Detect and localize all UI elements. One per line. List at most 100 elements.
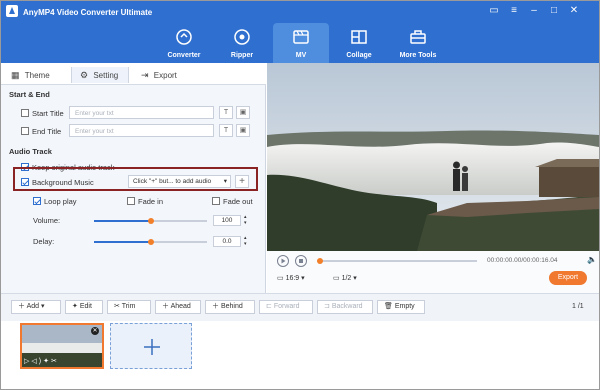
tab-converter[interactable]: Converter bbox=[156, 23, 212, 63]
volume-icon[interactable]: 🔈 bbox=[587, 255, 597, 264]
add-clip-button[interactable] bbox=[110, 323, 192, 369]
delay-label: Delay: bbox=[33, 237, 55, 246]
play-icon[interactable] bbox=[277, 255, 289, 267]
clip-thumbnail[interactable]: ✕ ▷◁)✦✂ bbox=[20, 323, 104, 369]
page-select[interactable]: ▭ 1/2 ▾ bbox=[333, 274, 357, 282]
app-window: AnyMP4 Video Converter Ultimate ▭ ≡ – □ … bbox=[0, 0, 600, 390]
backward-button[interactable]: ⊐ Backward bbox=[317, 300, 373, 314]
start-title-input[interactable]: Enter your txt bbox=[69, 106, 214, 119]
forward-icon: ⊏ bbox=[266, 303, 272, 310]
text-color-icon[interactable]: ▣ bbox=[236, 124, 250, 137]
tab-theme-label: Theme bbox=[24, 71, 50, 80]
wand-icon: ✦ bbox=[72, 303, 78, 310]
tab-label: Converter bbox=[167, 52, 201, 59]
start-title-label: Start Title bbox=[32, 109, 64, 118]
tab-export[interactable]: ⇥ Export bbox=[141, 67, 191, 83]
text-style-icon[interactable]: T bbox=[219, 124, 233, 137]
app-logo-icon bbox=[6, 5, 18, 17]
delay-slider-thumb[interactable] bbox=[148, 239, 154, 245]
toolbox-icon bbox=[410, 30, 426, 44]
behind-icon: ＋ bbox=[212, 303, 219, 310]
minimize-icon[interactable]: – bbox=[527, 5, 541, 17]
header: AnyMP4 Video Converter Ultimate ▭ ≡ – □ … bbox=[1, 1, 599, 63]
text-color-icon[interactable]: ▣ bbox=[236, 106, 250, 119]
time-display: 00:00:00.00/00:00:16.04 bbox=[487, 257, 558, 264]
volume-slider-thumb[interactable] bbox=[148, 218, 154, 224]
ahead-button[interactable]: ＋ Ahead bbox=[155, 300, 201, 314]
stop-icon[interactable] bbox=[295, 255, 307, 267]
dropdown-arrow-icon: ▾ bbox=[301, 275, 305, 282]
feedback-icon[interactable]: ▭ bbox=[487, 5, 501, 17]
progress-track[interactable] bbox=[317, 260, 477, 262]
edit-label: Edit bbox=[79, 303, 92, 310]
ahead-icon: ＋ bbox=[162, 303, 169, 310]
collage-icon bbox=[351, 30, 367, 44]
loop-play-label: Loop play bbox=[44, 197, 77, 206]
tab-theme[interactable]: ▦ Theme bbox=[11, 67, 67, 83]
grid-icon: ▦ bbox=[11, 70, 20, 80]
tab-setting-label: Setting bbox=[93, 71, 119, 80]
forward-button[interactable]: ⊏ Forward bbox=[259, 300, 313, 314]
export-icon: ⇥ bbox=[141, 70, 149, 80]
add-label: Add bbox=[26, 303, 40, 310]
backward-label: Backward bbox=[331, 303, 363, 310]
close-clip-icon[interactable]: ✕ bbox=[91, 327, 99, 335]
dropdown-arrow-icon: ▾ bbox=[353, 275, 357, 282]
scissors-icon[interactable]: ✂ bbox=[51, 358, 59, 365]
tab-label: More Tools bbox=[399, 52, 437, 59]
effect-icon[interactable]: ✦ bbox=[43, 358, 51, 365]
monitor-icon: ▭ bbox=[333, 275, 340, 282]
start-title-checkbox[interactable] bbox=[21, 109, 29, 117]
tab-ripper[interactable]: Ripper bbox=[214, 23, 270, 63]
delay-stepper-icon[interactable]: ▴ ▾ bbox=[244, 235, 247, 247]
tab-label: MV bbox=[295, 52, 307, 59]
export-button[interactable]: Export bbox=[549, 271, 587, 285]
fade-in-label: Fade in bbox=[138, 197, 164, 206]
menu-icon[interactable]: ≡ bbox=[507, 5, 521, 17]
converter-icon bbox=[176, 29, 192, 45]
close-icon[interactable]: ✕ bbox=[567, 5, 581, 17]
tab-export-label: Export bbox=[153, 71, 177, 80]
tab-setting[interactable]: ⚙ Setting bbox=[71, 67, 129, 83]
clip-strip: ✕ ▷◁)✦✂ bbox=[1, 321, 599, 389]
backward-icon: ⊐ bbox=[324, 303, 330, 310]
edit-button[interactable]: ✦ Edit bbox=[65, 300, 103, 314]
preview-image bbox=[267, 63, 599, 251]
end-title-checkbox[interactable] bbox=[21, 127, 29, 135]
volume-label: Volume: bbox=[33, 216, 61, 225]
tab-collage[interactable]: Collage bbox=[331, 23, 387, 63]
loop-play-checkbox[interactable] bbox=[33, 197, 41, 205]
volume-value[interactable]: 100 bbox=[213, 215, 241, 226]
fade-out-checkbox[interactable] bbox=[212, 197, 220, 205]
aspect-ratio-select[interactable]: ▭ 16:9 ▾ bbox=[277, 274, 305, 282]
plus-icon bbox=[144, 339, 160, 355]
volume-stepper-icon[interactable]: ▴ ▾ bbox=[244, 214, 247, 226]
delay-value[interactable]: 0.0 bbox=[213, 236, 241, 247]
trim-button[interactable]: ✂ Trim bbox=[107, 300, 151, 314]
behind-label: Behind bbox=[220, 303, 243, 310]
ahead-label: Ahead bbox=[170, 303, 191, 310]
aspect-ratio-value: 16:9 bbox=[285, 275, 300, 282]
behind-button[interactable]: ＋ Behind bbox=[205, 300, 255, 314]
add-button[interactable]: ＋ Add ▾ bbox=[11, 300, 61, 314]
page-indicator: 1 /1 bbox=[572, 303, 584, 310]
tab-more-tools[interactable]: More Tools bbox=[390, 23, 446, 63]
maximize-icon[interactable]: □ bbox=[547, 5, 561, 17]
trash-icon: 🗑 bbox=[384, 303, 393, 310]
empty-label: Empty bbox=[394, 303, 415, 310]
fade-in-checkbox[interactable] bbox=[127, 197, 135, 205]
tab-label: Collage bbox=[346, 52, 372, 59]
dropdown-arrow-icon: ▾ bbox=[40, 303, 45, 310]
tab-mv[interactable]: MV bbox=[273, 23, 329, 63]
start-end-heading: Start & End bbox=[9, 90, 50, 99]
play-glyph-icon bbox=[281, 258, 286, 264]
text-style-icon[interactable]: T bbox=[219, 106, 233, 119]
trim-label: Trim bbox=[121, 303, 136, 310]
audio-icon[interactable]: ◁) bbox=[31, 358, 43, 365]
end-title-input[interactable]: Enter your txt bbox=[69, 124, 214, 137]
empty-button[interactable]: 🗑 Empty bbox=[377, 300, 425, 314]
clip-controls: ▷◁)✦✂ bbox=[24, 357, 59, 365]
video-preview bbox=[267, 63, 599, 251]
progress-thumb[interactable] bbox=[317, 258, 323, 264]
plus-icon: ＋ bbox=[18, 303, 25, 310]
